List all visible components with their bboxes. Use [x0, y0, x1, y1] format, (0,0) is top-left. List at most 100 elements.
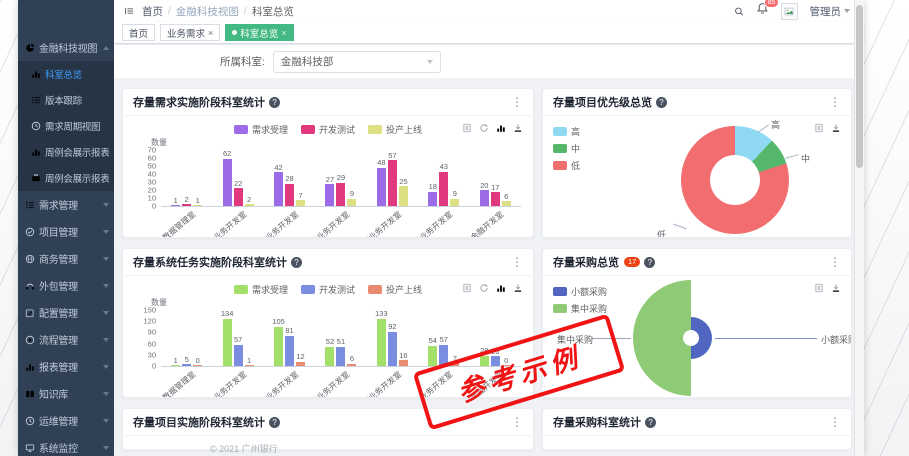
count-badge: 17: [624, 257, 640, 267]
user-menu[interactable]: 管理员: [810, 4, 851, 19]
help-icon[interactable]: ?: [645, 417, 656, 428]
bar-value-label: 9: [350, 190, 354, 198]
bar-wrap: 20: [479, 150, 489, 206]
chevron-down-icon: [103, 392, 109, 396]
avatar[interactable]: [781, 3, 798, 20]
bar-value-label: 52: [326, 338, 334, 346]
sidebar-item-流程管理[interactable]: 流程管理: [18, 326, 114, 353]
bar-value-label: 22: [234, 180, 242, 188]
sidebar-subitem-科室总览[interactable]: 科室总览: [18, 61, 114, 87]
sidebar-item-系统监控[interactable]: 系统监控: [18, 434, 114, 456]
restore-icon[interactable]: [479, 282, 489, 294]
scrollbar[interactable]: [854, 0, 864, 456]
tab-科室总览[interactable]: 科室总览×: [225, 24, 293, 41]
sidebar-item-金融科技视图[interactable]: 金融科技视图: [18, 34, 114, 61]
legend-item-低[interactable]: 低: [553, 159, 580, 172]
bar-wrap: 9: [450, 150, 460, 206]
legend-item-需求受理[interactable]: 需求受理: [234, 123, 288, 136]
sidebar-item-外包管理[interactable]: 外包管理: [18, 272, 114, 299]
bar-plot: 数量010203040506070121数据管理室62222核心业务开发室422…: [161, 150, 521, 207]
legend-item-集中采购[interactable]: 集中采购: [553, 302, 607, 315]
sidebar-subitem-周例会展示报表-采购[interactable]: 周例会展示报表-采购: [18, 165, 114, 191]
close-icon[interactable]: ×: [208, 28, 213, 38]
x-axis-label: 数据业务开发室: [354, 369, 404, 398]
sidebar-item-知识库[interactable]: 知识库: [18, 380, 114, 407]
restore-icon[interactable]: [479, 122, 489, 134]
download-icon[interactable]: [831, 282, 841, 294]
search-icon[interactable]: [734, 5, 744, 18]
legend-item-小额采购[interactable]: 小额采购: [553, 285, 607, 298]
card-menu-icon[interactable]: ⋮: [511, 416, 523, 428]
download-icon[interactable]: [513, 122, 523, 134]
card-menu-icon[interactable]: ⋮: [511, 96, 523, 108]
bar-type-icon[interactable]: [496, 122, 506, 134]
hamburger-icon[interactable]: [124, 5, 134, 17]
legend-item-投产上线[interactable]: 投产上线: [368, 123, 422, 136]
sidebar-item-报表管理[interactable]: 报表管理: [18, 353, 114, 380]
card-menu-icon[interactable]: ⋮: [511, 256, 523, 268]
bar: [325, 184, 334, 206]
x-axis-label: 渠道业务开发室: [251, 209, 301, 238]
help-icon[interactable]: ?: [269, 97, 280, 108]
card-menu-icon[interactable]: ⋮: [829, 96, 841, 108]
sidebar-subitem-版本跟踪[interactable]: 版本跟踪: [18, 87, 114, 113]
bar-value-label: 6: [350, 355, 354, 363]
legend-item-高[interactable]: 高: [553, 125, 580, 138]
close-icon[interactable]: ×: [281, 28, 286, 38]
legend-label: 开发测试: [319, 123, 355, 136]
legend-item-投产上线[interactable]: 投产上线: [368, 283, 422, 296]
sidebar-subitem-需求周期视图[interactable]: 需求周期视图: [18, 113, 114, 139]
legend-item-中[interactable]: 中: [553, 142, 580, 155]
sidebar-item-label: 周例会展示报表-采购: [45, 171, 109, 185]
bar-wrap: 54: [428, 310, 438, 366]
bar-type-icon[interactable]: [496, 282, 506, 294]
bar: [491, 192, 500, 206]
bar: [347, 199, 356, 206]
sidebar-item-label: 版本跟踪: [45, 93, 82, 107]
breadcrumb-home[interactable]: 首页: [142, 4, 163, 19]
legend-item-开发测试[interactable]: 开发测试: [301, 123, 355, 136]
sidebar-item-配置管理[interactable]: 配置管理: [18, 299, 114, 326]
data-view-icon[interactable]: [462, 122, 472, 134]
breadcrumb-section[interactable]: 金融科技视图: [176, 4, 239, 19]
bar-group: 1058112渠道业务开发室: [264, 310, 315, 366]
y-axis-tick: 0: [152, 362, 156, 371]
sidebar-item-商务管理[interactable]: 商务管理: [18, 245, 114, 272]
bar-value-label: 12: [296, 353, 304, 361]
bar: [502, 201, 511, 206]
help-icon[interactable]: ?: [656, 97, 667, 108]
sidebar-item-运维管理[interactable]: 运维管理: [18, 407, 114, 434]
help-icon[interactable]: ?: [291, 257, 302, 268]
chevron-down-icon: [844, 9, 850, 13]
help-icon[interactable]: ?: [269, 417, 280, 428]
tab-首页[interactable]: 首页: [122, 24, 155, 41]
download-icon[interactable]: [831, 122, 841, 134]
bar-value-label: 28: [285, 175, 293, 183]
bar-wrap: 1: [193, 150, 203, 206]
download-icon[interactable]: [513, 282, 523, 294]
sidebar-subitem-周例会展示报表-项目[interactable]: 周例会展示报表-项目: [18, 139, 114, 165]
card-menu-icon[interactable]: ⋮: [829, 256, 841, 268]
data-view-icon[interactable]: [814, 122, 824, 134]
bar-wrap: 48: [376, 150, 386, 206]
chevron-down-icon: [103, 257, 109, 261]
data-view-icon[interactable]: [814, 282, 824, 294]
sidebar-item-项目管理[interactable]: 项目管理: [18, 218, 114, 245]
bar: [336, 183, 345, 206]
legend-item-需求受理[interactable]: 需求受理: [234, 283, 288, 296]
data-view-icon[interactable]: [462, 282, 472, 294]
tab-业务需求[interactable]: 业务需求×: [160, 24, 220, 41]
legend-item-开发测试[interactable]: 开发测试: [301, 283, 355, 296]
bar: [245, 365, 254, 366]
card-menu-icon[interactable]: ⋮: [829, 416, 841, 428]
help-icon[interactable]: ?: [644, 257, 655, 268]
notification-bell[interactable]: 85: [756, 2, 769, 20]
department-select[interactable]: 金融科技部: [273, 51, 441, 73]
sidebar-item-需求管理[interactable]: 需求管理: [18, 191, 114, 218]
filter-bar: 所属科室: 金融科技部: [114, 45, 864, 78]
pie-label-line: [785, 154, 799, 159]
scrollbar-thumb[interactable]: [856, 5, 863, 168]
bar-value-label: 62: [223, 150, 231, 158]
bar: [388, 160, 397, 206]
bar-wrap: 7: [450, 310, 460, 366]
